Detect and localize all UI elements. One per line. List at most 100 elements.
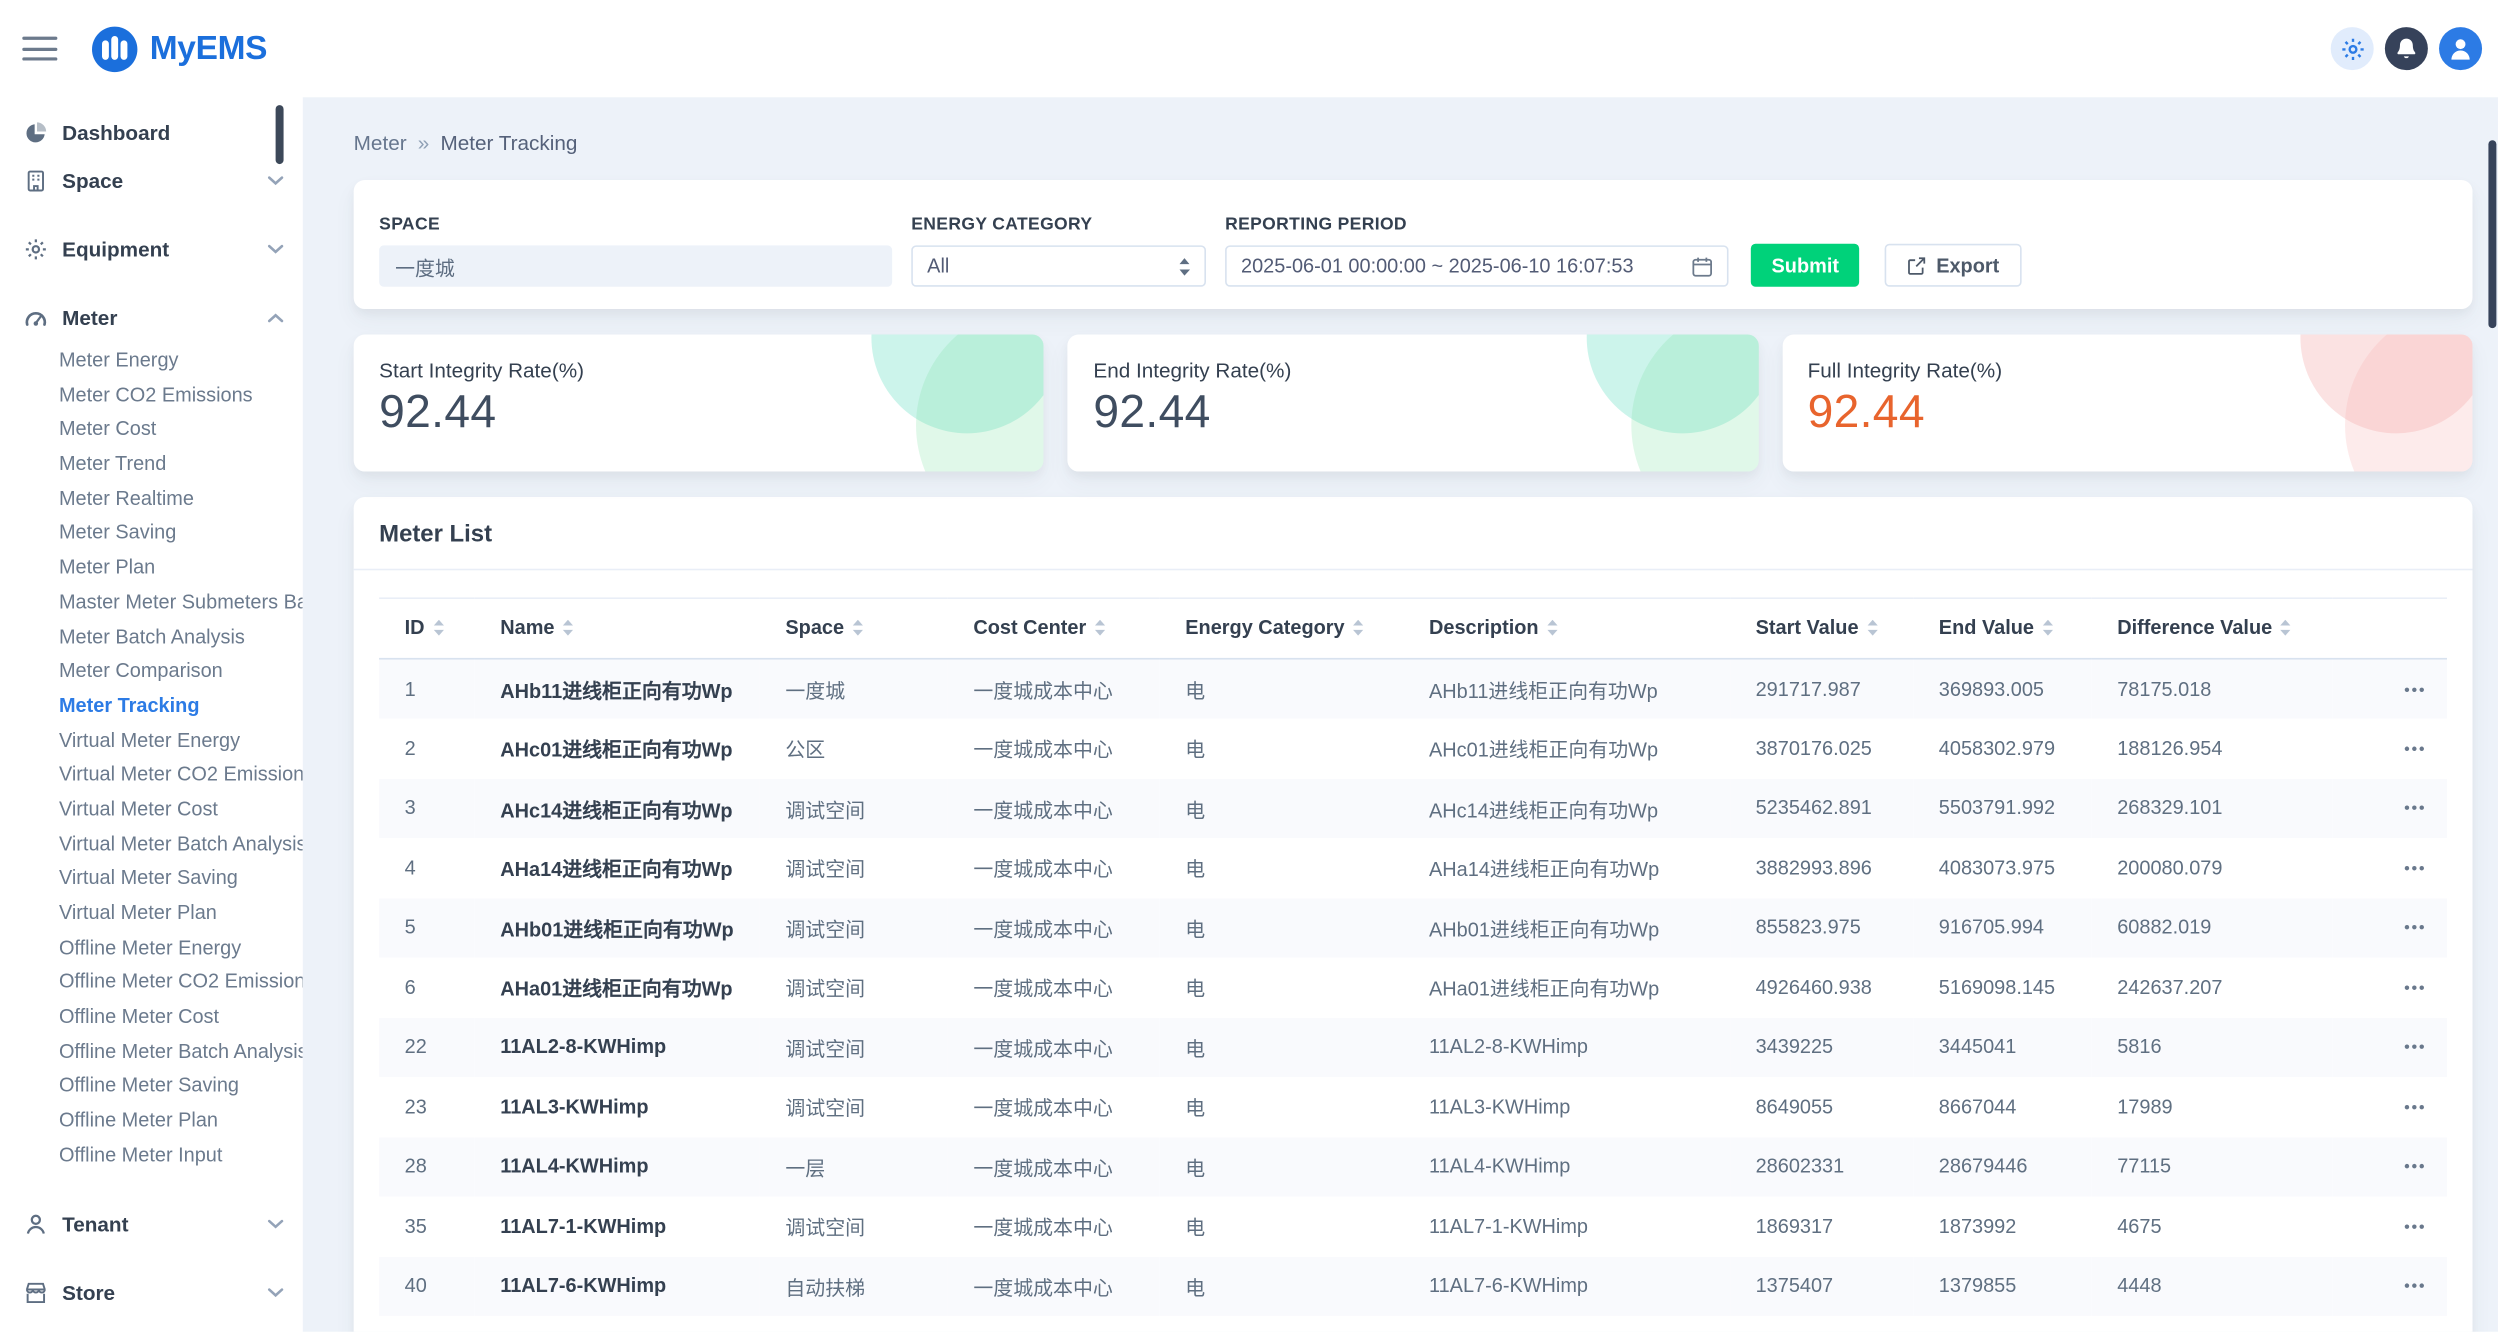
sidebar-subitem-meter-tracking[interactable]: Meter Tracking [0, 690, 303, 725]
column-header-description[interactable]: Description [1404, 598, 1731, 659]
sidebar-subitem-virtual-meter-batch-analysis[interactable]: Virtual Meter Batch Analysis [0, 828, 303, 863]
column-header-cost-center[interactable]: Cost Center [948, 598, 1160, 659]
sidebar-subitem-master-meter-submeters-balance[interactable]: Master Meter Submeters Balance [0, 586, 303, 621]
energy-category-select[interactable]: All [911, 245, 1206, 286]
sidebar-link-space[interactable]: Space [0, 156, 303, 204]
sidebar-subitem-offline-meter-cost[interactable]: Offline Meter Cost [0, 1001, 303, 1036]
sort-icon [1867, 618, 1878, 640]
sidebar-subitem-meter-saving[interactable]: Meter Saving [0, 517, 303, 552]
stat-cards-row: Start Integrity Rate(%)92.44End Integrit… [354, 335, 2473, 472]
row-actions-button[interactable] [2393, 1091, 2425, 1123]
sidebar-subitem-virtual-meter-co2-emissions[interactable]: Virtual Meter CO2 Emissions [0, 759, 303, 794]
sidebar-link-dashboard[interactable]: Dashboard [0, 108, 303, 156]
table-header: ID NameSpaceCost CenterEnergy CategoryDes… [379, 598, 2447, 659]
column-header-end-value[interactable]: End Value [1913, 598, 2091, 659]
menu-toggle-button[interactable] [22, 37, 57, 61]
table-cell: 一度城 [760, 659, 948, 719]
table-cell: 22 [379, 1017, 475, 1077]
table-cell: 电 [1160, 1256, 1404, 1316]
sidebar-subitem-meter-realtime[interactable]: Meter Realtime [0, 482, 303, 517]
row-actions-button[interactable] [2393, 732, 2425, 764]
table-cell: 调试空间 [760, 898, 948, 958]
row-actions-button[interactable] [2393, 971, 2425, 1003]
sidebar-subitem-meter-comparison[interactable]: Meter Comparison [0, 655, 303, 690]
table-row: 6AHa01进线柜正向有功Wp调试空间一度城成本中心电AHa01进线柜正向有功W… [379, 957, 2447, 1017]
breadcrumb-separator: » [418, 129, 430, 158]
sidebar-subitem-meter-plan[interactable]: Meter Plan [0, 551, 303, 586]
breadcrumb-item-meter-tracking[interactable]: Meter Tracking [440, 129, 577, 158]
table-cell: 电 [1160, 659, 1404, 719]
brand-logo[interactable]: MyEMS [91, 25, 267, 73]
sidebar-item-label: Dashboard [62, 120, 283, 144]
column-header-id[interactable]: ID [379, 598, 475, 659]
sidebar-subitem-meter-co2-emissions[interactable]: Meter CO2 Emissions [0, 379, 303, 414]
sidebar-subitem-meter-energy[interactable]: Meter Energy [0, 344, 303, 379]
column-header-difference-value[interactable]: Difference Value [2092, 598, 2333, 659]
table-cell: AHa01进线柜正向有功Wp [1404, 957, 1731, 1017]
sidebar-scrollbar[interactable] [276, 105, 284, 164]
table-cell: 268329.101 [2092, 778, 2333, 838]
column-header-energy-category[interactable]: Energy Category [1160, 598, 1404, 659]
row-actions-button[interactable] [2393, 912, 2425, 944]
column-header-name[interactable]: Name [475, 598, 760, 659]
table-cell: 3445041 [1913, 1017, 2091, 1077]
sidebar-subitem-meter-batch-analysis[interactable]: Meter Batch Analysis [0, 621, 303, 656]
table-cell: 1375407 [1730, 1256, 1913, 1316]
column-header-start-value[interactable]: Start Value [1730, 598, 1913, 659]
submit-button[interactable]: Submit [1751, 244, 1860, 287]
table-cell: 6 [379, 957, 475, 1017]
row-actions-button[interactable] [2393, 852, 2425, 884]
table-cell: AHc01进线柜正向有功Wp [475, 718, 760, 778]
row-actions-button[interactable] [2393, 1270, 2425, 1302]
reporting-period-input[interactable]: 2025-06-01 00:00:00 ~ 2025-06-10 16:07:5… [1225, 245, 1728, 286]
table-cell: 电 [1160, 718, 1404, 778]
sidebar-subitem-offline-meter-plan[interactable]: Offline Meter Plan [0, 1104, 303, 1139]
sidebar-subitem-virtual-meter-saving[interactable]: Virtual Meter Saving [0, 862, 303, 897]
sidebar-link-equipment[interactable]: Equipment [0, 225, 303, 273]
table-cell-actions [2332, 778, 2447, 838]
sidebar-item-label: Equipment [62, 237, 253, 261]
table-cell: 242637.207 [2092, 957, 2333, 1017]
sidebar-link-meter[interactable]: Meter [0, 293, 303, 341]
table-cell: AHa14进线柜正向有功Wp [1404, 838, 1731, 898]
row-actions-button[interactable] [2393, 792, 2425, 824]
sidebar-subitem-meter-trend[interactable]: Meter Trend [0, 448, 303, 483]
sidebar-subitem-virtual-meter-cost[interactable]: Virtual Meter Cost [0, 793, 303, 828]
sidebar-subitem-offline-meter-co2-emissions[interactable]: Offline Meter CO2 Emissions [0, 966, 303, 1001]
table-row: 4011AL7-6-KWHimp自动扶梯一度城成本中心电11AL7-6-KWHi… [379, 1256, 2447, 1316]
sort-icon [852, 618, 863, 640]
page-scrollbar[interactable] [2488, 140, 2496, 328]
sidebar-subitem-offline-meter-saving[interactable]: Offline Meter Saving [0, 1070, 303, 1105]
row-actions-button[interactable] [2393, 1151, 2425, 1183]
sidebar-subitem-offline-meter-input[interactable]: Offline Meter Input [0, 1139, 303, 1174]
column-header-space[interactable]: Space [760, 598, 948, 659]
breadcrumb-item-meter[interactable]: Meter [354, 129, 407, 158]
meter-table: ID NameSpaceCost CenterEnergy CategoryDes… [379, 597, 2447, 1315]
sidebar-subitem-virtual-meter-plan[interactable]: Virtual Meter Plan [0, 897, 303, 932]
table-cell: 4058302.979 [1913, 718, 2091, 778]
table-cell: 11AL2-8-KWHimp [475, 1017, 760, 1077]
settings-button[interactable] [2331, 27, 2374, 70]
ellipsis-icon [2404, 924, 2425, 930]
table-cell: 调试空间 [760, 778, 948, 838]
sidebar-subitem-offline-meter-batch-analysis[interactable]: Offline Meter Batch Analysis [0, 1035, 303, 1070]
row-actions-button[interactable] [2393, 1031, 2425, 1063]
table-body: 1AHb11进线柜正向有功Wp一度城一度城成本中心电AHb11进线柜正向有功Wp… [379, 659, 2447, 1316]
table-cell: 调试空间 [760, 1196, 948, 1256]
user-menu-button[interactable] [2439, 27, 2482, 70]
notifications-button[interactable] [2385, 27, 2428, 70]
sidebar-subitem-virtual-meter-energy[interactable]: Virtual Meter Energy [0, 724, 303, 759]
export-button[interactable]: Export [1885, 244, 2021, 287]
row-actions-button[interactable] [2393, 673, 2425, 705]
column-header-label: ID [405, 617, 425, 639]
sidebar-link-store[interactable]: Store [0, 1269, 303, 1317]
table-cell: AHa14进线柜正向有功Wp [475, 838, 760, 898]
sidebar-subitem-offline-meter-energy[interactable]: Offline Meter Energy [0, 931, 303, 966]
user-icon [2447, 35, 2474, 62]
sidebar-subitem-meter-cost[interactable]: Meter Cost [0, 413, 303, 448]
energy-category-field-group: ENERGY CATEGORY All [911, 215, 1206, 287]
select-caret-icon [1179, 257, 1190, 275]
row-actions-button[interactable] [2393, 1210, 2425, 1242]
sidebar-link-tenant[interactable]: Tenant [0, 1200, 303, 1248]
space-input[interactable]: 一度城 [379, 245, 892, 286]
